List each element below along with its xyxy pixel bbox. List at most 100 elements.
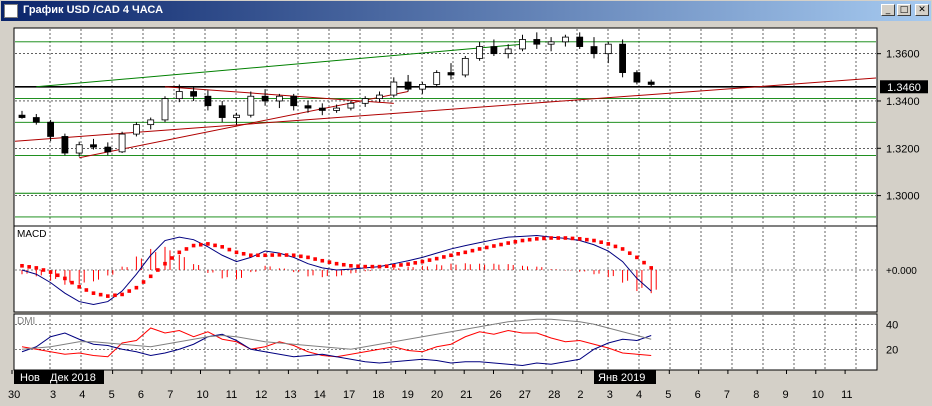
candle-body — [175, 91, 183, 100]
macd-signal-dot — [120, 292, 124, 297]
time-tick-label: 27 — [519, 389, 531, 401]
macd-signal-dot — [592, 238, 596, 243]
candle-body — [304, 105, 312, 109]
macd-signal-dot — [206, 242, 210, 246]
macd-signal-dot — [463, 250, 468, 255]
macd-signal-dot — [241, 251, 246, 256]
candle-body — [333, 107, 341, 111]
time-tick-label: 4 — [79, 389, 85, 401]
macd-signal-dot — [106, 294, 110, 298]
macd-signal-dot — [470, 248, 475, 253]
macd-signal-dot — [577, 237, 582, 241]
macd-signal-dot — [34, 266, 39, 270]
macd-signal-dot — [649, 266, 653, 270]
macd-signal-dot — [327, 260, 332, 265]
macd-signal-dot — [334, 261, 339, 266]
dmi-panel[interactable]: 40 20 DMI Нов Дек 2018 Янв 2019 — [13, 313, 898, 384]
macd-signal-dot — [363, 264, 367, 269]
candle-body — [404, 81, 412, 90]
macd-signal-dot — [356, 264, 360, 269]
macd-signal-dot — [306, 255, 310, 260]
macd-signal-dot — [642, 260, 646, 265]
time-tick-label: 8 — [753, 389, 759, 401]
macd-signal-dot — [406, 262, 410, 266]
macd-signal-dot — [91, 291, 96, 295]
time-axis: 30 3 4 5 6 7 10 11 12 13 14 17 18 19 20 21 26 27 28 2 3 4 5 6 7 8… — [8, 370, 853, 401]
minimize-button[interactable]: _ — [881, 4, 895, 16]
macd-signal-dot — [506, 241, 510, 245]
time-tick-label: 20 — [431, 389, 443, 401]
macd-signal-dot — [535, 237, 539, 241]
macd-signal-dot — [585, 237, 589, 242]
price-axis: 1.3600 1.3400 1.3200 1.3000 — [877, 49, 920, 203]
macd-signal-dot — [442, 255, 446, 259]
macd-signal-dot — [370, 264, 375, 269]
time-tick-label: 11 — [226, 389, 237, 401]
time-tick-label: 2 — [577, 389, 583, 401]
title-bar[interactable]: График USD /CAD 4 ЧАСА _ □ ✕ — [1, 1, 931, 21]
chart-area[interactable]: 1.3600 1.3400 1.3200 1.3000 1.3460 MACD +0.… — [0, 22, 932, 406]
macd-signal-dot — [84, 288, 89, 292]
macd-signal-dot — [184, 247, 189, 251]
candle-body — [504, 48, 512, 55]
time-tick-label: 13 — [284, 389, 296, 401]
macd-signal-dot — [384, 264, 389, 269]
candle-body — [190, 91, 198, 97]
time-tick-label: 18 — [372, 389, 384, 401]
time-tick-label: 12 — [255, 389, 267, 401]
macd-signal-dot — [299, 254, 303, 259]
close-button[interactable]: ✕ — [915, 4, 929, 16]
time-tick-label: 3 — [607, 389, 613, 401]
candle-body — [104, 146, 112, 153]
price-panel-frame — [13, 27, 878, 227]
candle-body — [390, 81, 398, 96]
time-tick-label: 14 — [314, 389, 326, 401]
chart-app-icon — [4, 4, 18, 18]
macd-signal-dot — [284, 253, 289, 257]
candle-body — [118, 133, 126, 153]
macd-signal-dot — [134, 285, 139, 290]
macd-signal-dot — [127, 289, 132, 293]
candle-body — [633, 72, 641, 83]
macd-signal-dot — [234, 250, 239, 255]
macd-panel-frame — [13, 225, 878, 313]
time-tick-label: 5 — [109, 389, 115, 401]
macd-signal-dot — [313, 257, 317, 261]
macd-signal-dot — [527, 237, 532, 242]
macd-signal-dot — [542, 236, 546, 241]
time-tick-label: 17 — [343, 389, 355, 401]
macd-signal-dot — [77, 285, 81, 289]
macd-signal-dot — [98, 292, 103, 297]
candle-body — [647, 81, 655, 85]
chart-window: График USD /CAD 4 ЧАСА _ □ ✕ 1.3600 1.340… — [0, 0, 932, 406]
time-tick-label: 4 — [636, 389, 642, 401]
macd-signal-dot — [41, 268, 46, 272]
window-title: График USD /CAD 4 ЧАСА — [23, 4, 164, 16]
macd-signal-dot — [520, 238, 525, 243]
macd-signal-dot — [427, 258, 432, 262]
time-tick-label: 7 — [167, 389, 173, 401]
candle-body — [161, 98, 169, 121]
candle-body — [476, 46, 484, 59]
macd-signal-dot — [341, 262, 346, 267]
period-label-nov: Нов — [20, 372, 40, 384]
macd-signal-dot — [249, 253, 253, 258]
time-tick-label: 6 — [138, 389, 144, 401]
candle-body — [562, 36, 569, 43]
price-panel[interactable]: 1.3600 1.3400 1.3200 1.3000 1.3460 — [13, 27, 928, 227]
macd-signal-dot — [63, 276, 67, 281]
maximize-button[interactable]: □ — [897, 4, 911, 16]
macd-signal-dot — [191, 243, 196, 248]
candle-body — [619, 43, 626, 73]
candle-body — [418, 84, 426, 90]
macd-signal-dot — [198, 242, 203, 247]
macd-panel[interactable]: MACD +0.000 — [13, 225, 917, 313]
macd-signal-dot — [570, 236, 575, 241]
time-tick-label: 30 — [8, 389, 20, 401]
macd-signal-dot — [220, 245, 224, 249]
candle-body — [376, 94, 383, 100]
time-tick-label: 28 — [548, 389, 560, 401]
current-price-label: 1.3460 — [887, 82, 921, 94]
price-tick-label: 1.3400 — [886, 96, 920, 108]
macd-signal-dot — [606, 242, 611, 246]
